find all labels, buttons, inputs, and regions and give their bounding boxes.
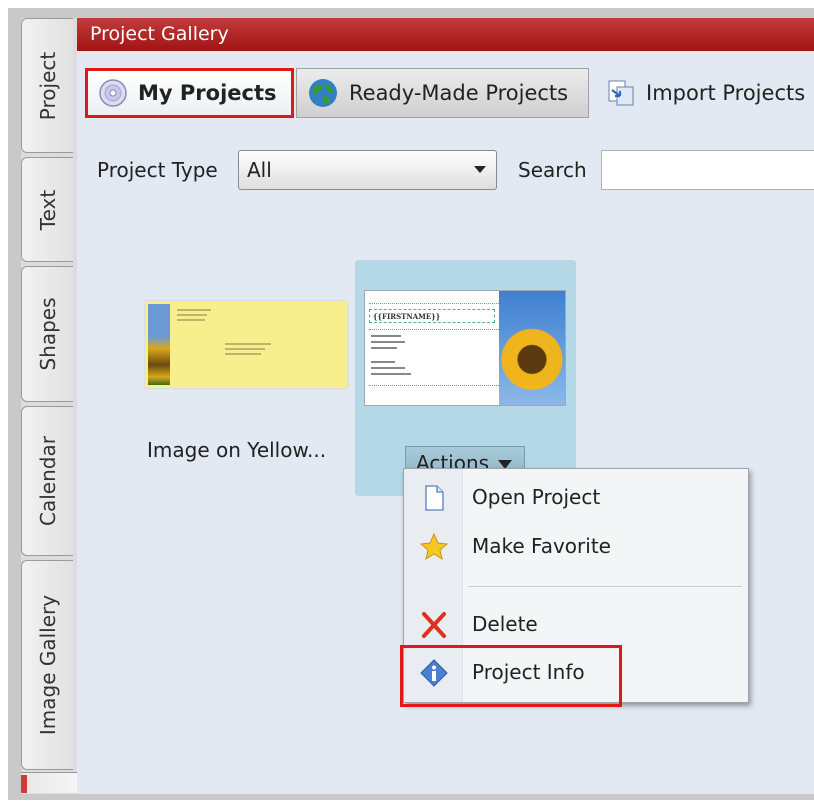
tab-text[interactable]: Text [21, 157, 73, 262]
document-icon [425, 485, 444, 511]
filter-bar: Project Type All Search [77, 148, 814, 193]
tab-calendar-label: Calendar [35, 436, 60, 526]
project-thumbnail-yellow[interactable] [145, 301, 347, 388]
ready-made-projects-label: Ready-Made Projects [349, 81, 569, 105]
my-projects-button[interactable]: My Projects [85, 68, 294, 118]
menu-item-delete[interactable]: Delete [404, 603, 748, 647]
globe-icon [309, 79, 337, 107]
star-icon [419, 532, 449, 561]
menu-item-label: Make Favorite [472, 534, 611, 558]
search-input[interactable] [601, 150, 814, 190]
side-tab-strip: Project Text Shapes Calendar Image Galle… [21, 18, 77, 794]
tab-calendar[interactable]: Calendar [21, 406, 73, 556]
panel-title: Project Gallery [77, 18, 814, 51]
project-card-selected[interactable]: {{FIRSTNAME}} Actions [355, 260, 576, 496]
tab-text-label: Text [35, 189, 60, 230]
sunflower-image [148, 304, 170, 385]
project-thumbnail-business-card[interactable]: {{FIRSTNAME}} [364, 290, 566, 406]
menu-item-label: Open Project [472, 485, 601, 509]
tab-partial[interactable] [21, 772, 77, 793]
tab-project[interactable]: Project [21, 18, 73, 153]
ready-made-projects-button[interactable]: Ready-Made Projects [296, 68, 589, 118]
menu-item-open-project[interactable]: Open Project [404, 476, 748, 520]
tab-project-label: Project [35, 51, 60, 120]
tab-shapes[interactable]: Shapes [21, 266, 73, 402]
my-projects-label: My Projects [138, 81, 277, 105]
import-icon [608, 80, 634, 106]
tab-shapes-label: Shapes [35, 297, 60, 371]
project-caption[interactable]: Image on Yellow... [147, 438, 326, 462]
import-projects-label: Import Projects [646, 81, 806, 105]
project-type-label: Project Type [97, 158, 218, 182]
highlight-box [400, 645, 622, 707]
search-label: Search [518, 158, 587, 182]
project-type-value: All [247, 158, 272, 182]
project-type-select[interactable]: All [238, 150, 497, 190]
tab-image-gallery[interactable]: Image Gallery [21, 560, 73, 770]
card-name-placeholder: {{FIRSTNAME}} [369, 309, 495, 323]
menu-item-make-favorite[interactable]: Make Favorite [404, 525, 748, 569]
disc-icon [99, 79, 127, 107]
tab-image-gallery-label: Image Gallery [35, 594, 60, 736]
sunflower-image [499, 291, 565, 405]
toolbar: My Projects Ready-Made Projects Import P… [77, 51, 814, 121]
menu-separator [468, 586, 742, 587]
menu-item-label: Delete [472, 612, 538, 636]
dropdown-arrow-icon [474, 166, 486, 173]
delete-x-icon [422, 612, 446, 638]
import-projects-button[interactable]: Import Projects [602, 68, 814, 118]
